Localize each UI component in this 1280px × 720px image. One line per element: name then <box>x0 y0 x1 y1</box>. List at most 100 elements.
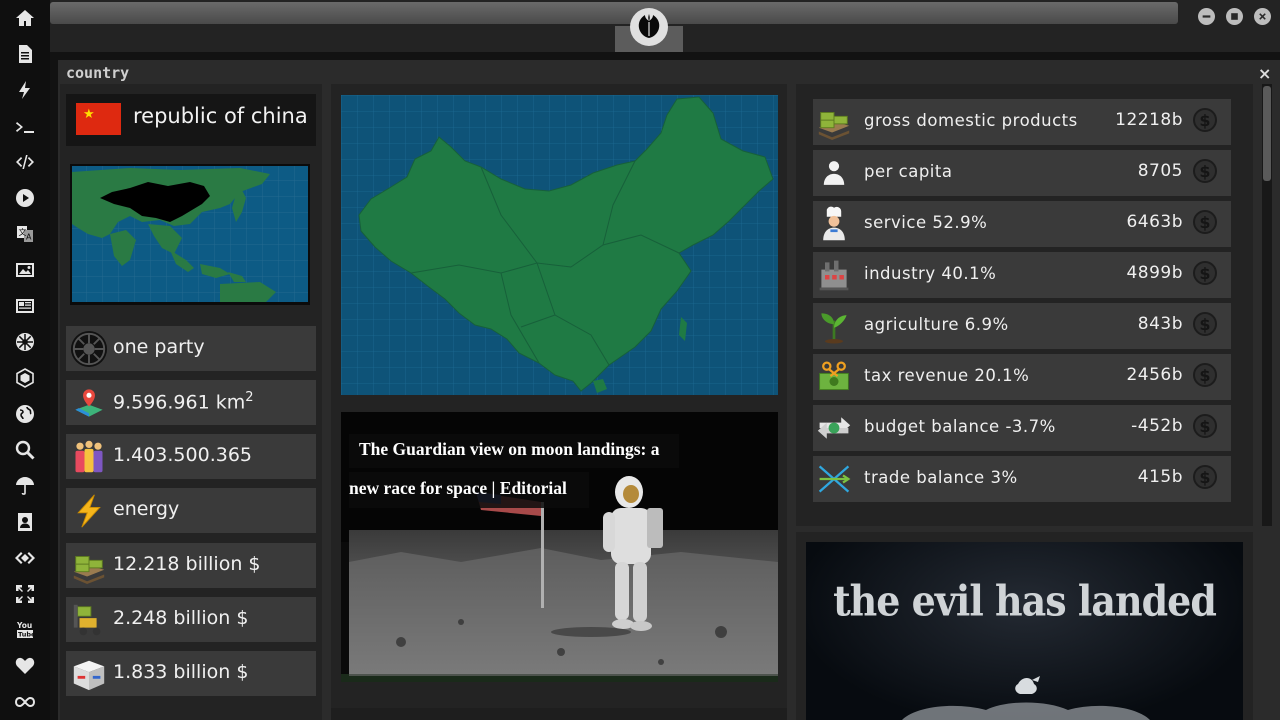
window-title: country <box>66 64 130 82</box>
svg-text:Tube: Tube <box>18 631 35 639</box>
search-icon[interactable] <box>14 439 36 461</box>
economy-scrollbar-thumb[interactable] <box>1263 86 1271 181</box>
money-stack-icon <box>70 548 108 585</box>
economy-value: 8705 <box>1137 161 1183 181</box>
promo-title: the evil has landed <box>833 575 1217 626</box>
dollar-coin-icon[interactable]: $ <box>1193 312 1217 336</box>
chef-icon <box>815 205 853 243</box>
rebel-alliance-icon[interactable] <box>630 8 668 46</box>
economy-label: budget balance -3.7% <box>864 417 1056 436</box>
map-pin-icon <box>70 385 108 421</box>
infinity-icon[interactable] <box>14 691 36 713</box>
stat-gdp-label: 12.218 billion $ <box>113 553 261 575</box>
center-column-footer <box>331 708 787 720</box>
economy-value: -452b <box>1131 416 1183 436</box>
dollar-coin-icon[interactable]: $ <box>1193 210 1217 234</box>
country-map[interactable] <box>341 95 778 395</box>
heart-icon[interactable] <box>14 655 36 677</box>
economy-value: 6463b <box>1126 212 1183 232</box>
hexagon-icon[interactable] <box>14 367 36 389</box>
diamond-code-icon[interactable] <box>14 547 36 569</box>
umbrella-icon[interactable] <box>14 475 36 497</box>
dollar-coin-icon[interactable]: $ <box>1193 363 1217 387</box>
factory-icon <box>815 256 853 294</box>
top-bar <box>50 0 1280 52</box>
person-icon <box>815 154 853 192</box>
population-icon <box>70 439 108 475</box>
stat-energy: energy <box>66 488 316 533</box>
empire-icon[interactable] <box>14 331 36 353</box>
economy-row-service[interactable]: service 52.9% 6463b $ <box>813 201 1231 247</box>
stat-exports: 1.833 billion $ <box>66 651 316 696</box>
sprout-icon <box>815 307 853 345</box>
globe-icon[interactable] <box>14 403 36 425</box>
address-bar[interactable] <box>50 2 1178 24</box>
economy-value: 843b <box>1137 314 1183 334</box>
stat-population: 1.403.500.365 <box>66 434 316 479</box>
economy-row-gdp[interactable]: gross domestic products 12218b $ <box>813 99 1231 145</box>
forklift-money-icon <box>70 602 108 638</box>
money-stack-icon <box>815 103 853 141</box>
economy-label: industry 40.1% <box>864 264 997 283</box>
economy-label: gross domestic products <box>864 111 1078 130</box>
economy-row-trade[interactable]: trade balance 3% 415b $ <box>813 456 1231 502</box>
world-minimap[interactable] <box>70 164 310 305</box>
economy-label: tax revenue 20.1% <box>864 366 1030 385</box>
stat-reserves-label: 2.248 billion $ <box>113 607 249 629</box>
economy-value: 2456b <box>1126 365 1183 385</box>
stat-area-label: 9.596.961 km2 <box>113 390 254 413</box>
news-headline-line2[interactable]: new race for space | Editorial <box>349 478 679 499</box>
news-headline-line1[interactable]: The Guardian view on moon landings: a <box>359 439 689 460</box>
fullscreen-icon[interactable] <box>14 583 36 605</box>
economy-label: agriculture 6.9% <box>864 315 1009 334</box>
image-icon[interactable] <box>14 259 36 281</box>
stat-area-value: 9.596.961 km <box>113 391 246 414</box>
stat-energy-label: energy <box>113 498 180 520</box>
play-icon[interactable] <box>14 187 36 209</box>
stat-gdp: 12.218 billion $ <box>66 543 316 588</box>
country-name: republic of china <box>133 104 308 128</box>
close-window-button[interactable] <box>1254 8 1271 25</box>
budget-arrows-icon <box>815 409 853 447</box>
dollar-coin-icon[interactable]: $ <box>1193 465 1217 489</box>
economy-row-budget[interactable]: budget balance -3.7% -452b $ <box>813 405 1231 451</box>
translate-icon[interactable]: 文A <box>14 223 36 245</box>
economy-row-industry[interactable]: industry 40.1% 4899b $ <box>813 252 1231 298</box>
stat-government-label: one party <box>113 336 205 358</box>
dollar-coin-icon[interactable]: $ <box>1193 414 1217 438</box>
dollar-coin-icon[interactable]: $ <box>1193 261 1217 285</box>
minimize-button[interactable] <box>1198 8 1215 25</box>
energy-icon <box>70 493 108 529</box>
trade-icon <box>815 460 853 498</box>
economy-row-agriculture[interactable]: agriculture 6.9% 843b $ <box>813 303 1231 349</box>
economy-row-per-capita[interactable]: per capita 8705 $ <box>813 150 1231 196</box>
flag-star: ★ <box>83 107 95 122</box>
empire-icon <box>70 330 108 368</box>
china-flag-icon: ★ <box>76 103 121 135</box>
tax-icon <box>815 358 853 396</box>
economy-value: 4899b <box>1126 263 1183 283</box>
youtube-icon[interactable]: You Tube <box>14 619 36 641</box>
promo-image[interactable]: the evil has landed <box>806 542 1243 720</box>
window-close-button[interactable]: × <box>1258 64 1271 83</box>
economy-label: service 52.9% <box>864 213 988 232</box>
document-icon[interactable] <box>14 43 36 65</box>
economy-row-tax[interactable]: tax revenue 20.1% 2456b $ <box>813 354 1231 400</box>
dollar-coin-icon[interactable]: $ <box>1193 159 1217 183</box>
news-icon[interactable] <box>14 295 36 317</box>
home-icon[interactable] <box>14 7 36 29</box>
economy-value: 12218b <box>1115 110 1183 130</box>
code-icon[interactable] <box>14 151 36 173</box>
bolt-icon[interactable] <box>14 79 36 101</box>
terminal-icon[interactable] <box>14 116 36 138</box>
sidebar: 文A You Tube <box>0 0 50 720</box>
svg-text:A: A <box>26 233 32 242</box>
stat-government: one party <box>66 326 316 371</box>
dollar-coin-icon[interactable]: $ <box>1193 108 1217 132</box>
maximize-button[interactable] <box>1226 8 1243 25</box>
economy-label: trade balance 3% <box>864 468 1018 487</box>
stat-area-unit-exponent: 2 <box>245 390 254 405</box>
contact-icon[interactable] <box>14 511 36 533</box>
svg-text:You: You <box>16 621 32 630</box>
economy-value: 415b <box>1137 467 1183 487</box>
